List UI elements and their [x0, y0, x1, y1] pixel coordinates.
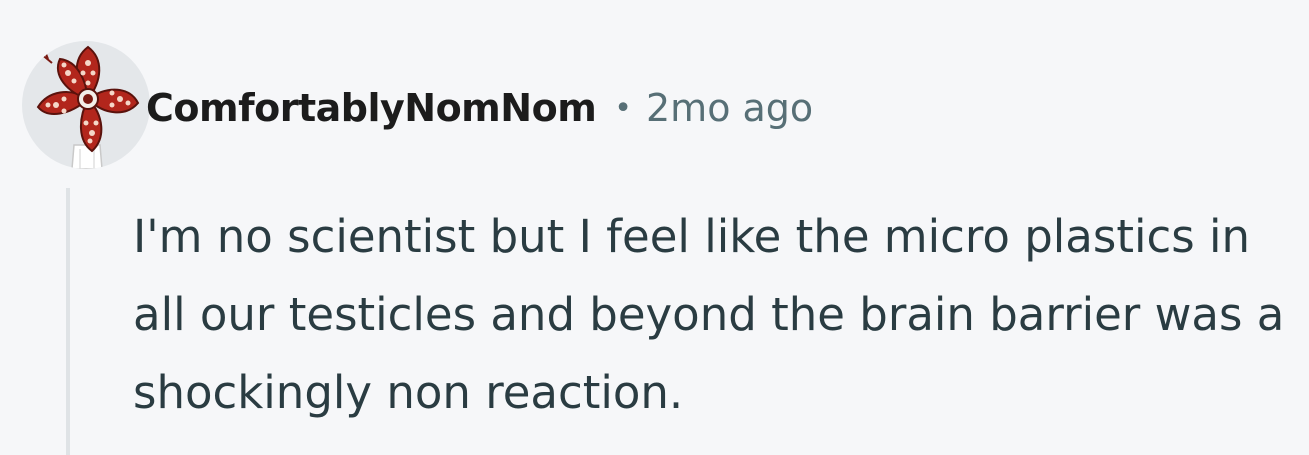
- demogorgon-flower-icon: [36, 45, 140, 169]
- thread-line[interactable]: [66, 188, 70, 455]
- comment: ComfortablyNomNom • 2mo ago I'm no scien…: [0, 0, 1309, 455]
- separator-dot: •: [614, 90, 632, 126]
- comment-body: I'm no scientist but I feel like the mic…: [133, 210, 1285, 419]
- avatar[interactable]: [22, 41, 150, 169]
- comment-timestamp[interactable]: 2mo ago: [646, 86, 813, 130]
- comment-header: ComfortablyNomNom • 2mo ago: [146, 80, 813, 136]
- author-username[interactable]: ComfortablyNomNom: [146, 86, 597, 130]
